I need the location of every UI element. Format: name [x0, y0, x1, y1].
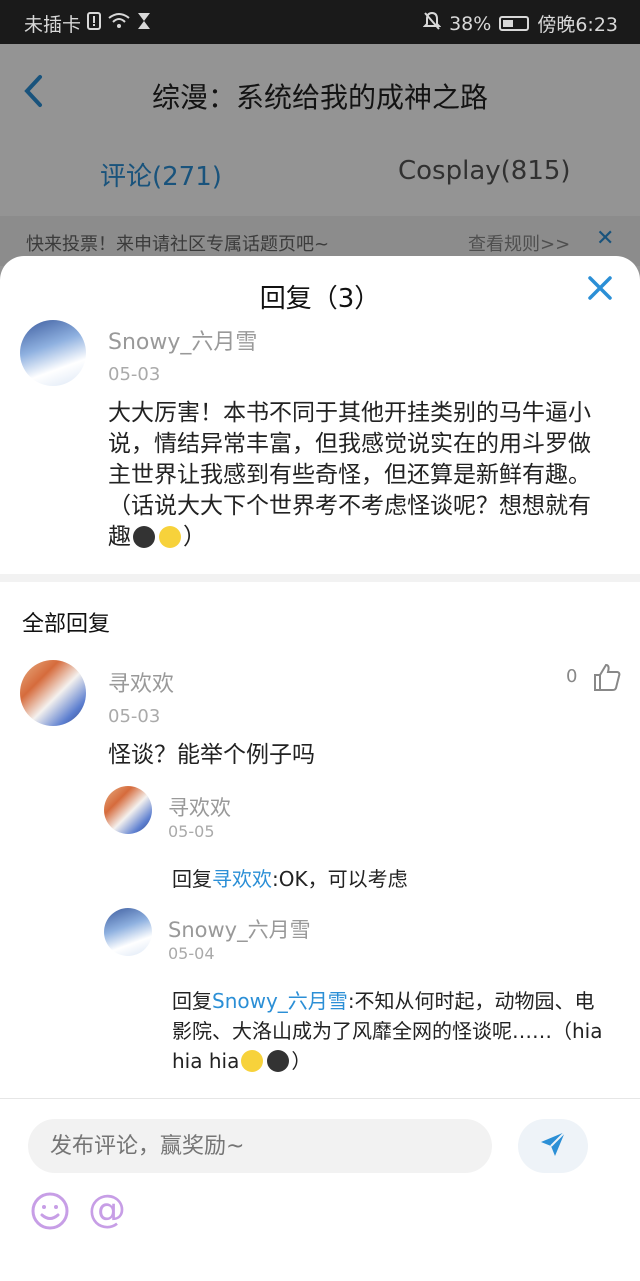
avatar[interactable] — [104, 786, 152, 834]
sub-reply-content-end: ） — [291, 1049, 312, 1073]
smile-emoji-icon — [241, 1050, 264, 1072]
hourglass-icon — [137, 12, 151, 35]
divider — [0, 574, 640, 582]
paper-plane-icon — [538, 1129, 568, 1163]
dark-face-emoji-icon — [133, 526, 155, 548]
alert-icon — [87, 12, 102, 35]
main-comment-user[interactable]: Snowy_六月雪 — [108, 324, 257, 356]
main-comment-text-part1: 大大厉害！本书不同于其他开挂类别的马牛逼小说，情结异常丰富，但我感觉说实在的用斗… — [108, 400, 591, 550]
like-count: 0 — [566, 666, 578, 687]
sub-reply-prefix: 回复 — [172, 867, 212, 891]
section-title: 全部回复 — [22, 612, 111, 637]
close-icon[interactable] — [586, 274, 614, 310]
mention-link[interactable]: Snowy_六月雪 — [212, 989, 348, 1013]
emoji-icon[interactable] — [30, 1191, 70, 1235]
main-comment-text: 大大厉害！本书不同于其他开挂类别的马牛逼小说，情结异常丰富，但我感觉说实在的用斗… — [108, 398, 606, 553]
status-bar: 未插卡 38% 傍晚6:23 — [0, 0, 640, 44]
main-comment-date: 05-03 — [108, 364, 161, 385]
sub-reply-prefix: 回复 — [172, 989, 212, 1013]
mention-at-icon[interactable]: @ — [88, 1187, 126, 1231]
comment-input-bar: @ — [0, 1098, 640, 1281]
avatar[interactable] — [104, 908, 152, 956]
smile-emoji-icon — [159, 526, 181, 548]
reply-user[interactable]: 寻欢欢 — [108, 666, 174, 698]
thumbs-up-icon[interactable] — [592, 662, 622, 696]
battery-percent: 38% — [449, 12, 492, 35]
wifi-icon — [107, 12, 131, 35]
mention-link[interactable]: 寻欢欢 — [212, 867, 272, 891]
clock: 傍晚6:23 — [537, 14, 618, 36]
main-comment-text-part2: ） — [183, 524, 206, 550]
comment-input[interactable] — [28, 1119, 492, 1173]
sub-reply-content: :OK，可以考虑 — [272, 867, 408, 891]
sub-reply-text: 回复Snowy_六月雪:不知从何时起，动物园、电影院、大洛山成为了风靡全网的怪谈… — [172, 986, 612, 1076]
avatar[interactable] — [20, 320, 86, 386]
sub-reply-date: 05-05 — [168, 822, 215, 841]
sheet-title: 回复（3） — [259, 284, 381, 314]
avatar[interactable] — [20, 660, 86, 726]
sub-reply-user[interactable]: Snowy_六月雪 — [168, 914, 311, 944]
reply-text: 怪谈？能举个例子吗 — [108, 742, 315, 768]
sub-reply-user[interactable]: 寻欢欢 — [168, 792, 231, 822]
reply-date: 05-03 — [108, 706, 161, 727]
mute-bell-icon — [422, 11, 442, 36]
sub-reply-date: 05-04 — [168, 944, 215, 963]
status-left: 未插卡 — [24, 10, 151, 37]
battery-icon — [499, 16, 530, 31]
dark-face-emoji-icon — [267, 1050, 290, 1072]
send-button[interactable] — [518, 1119, 588, 1173]
status-right: 38% 傍晚6:23 — [422, 10, 618, 37]
sub-reply-text: 回复寻欢欢:OK，可以考虑 — [172, 864, 408, 894]
sim-status-text: 未插卡 — [24, 14, 82, 36]
